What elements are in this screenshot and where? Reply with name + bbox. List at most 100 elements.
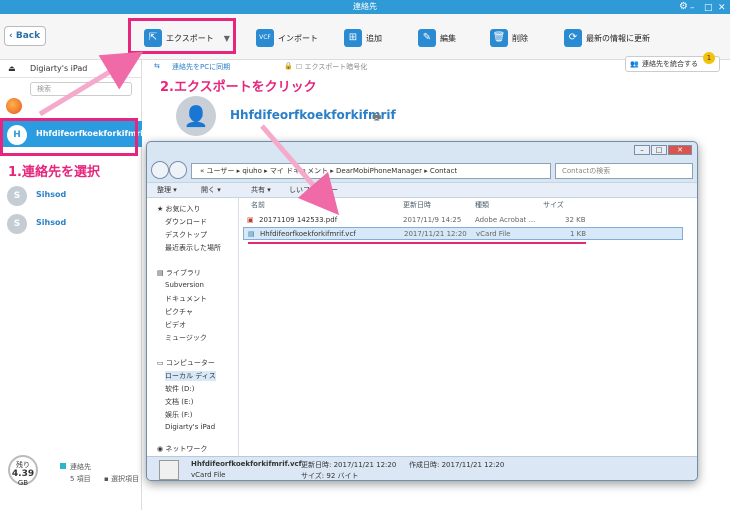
nav-subversion[interactable]: Subversion (165, 281, 204, 289)
legend-contacts-label: 連絡先 (70, 463, 91, 471)
nav-label: お気に入り (165, 205, 201, 213)
nav-music[interactable]: ミュージック (165, 333, 207, 343)
nav-drive-f[interactable]: 娱乐 (F:) (165, 410, 193, 420)
nav-network[interactable]: ◉ ネットワーク (157, 444, 207, 454)
avatar: S (7, 214, 27, 234)
nav-drive-d[interactable]: 软件 (D:) (165, 384, 194, 394)
address-bar[interactable]: « ユーザー ▸ qiuho ▸ マイ ドキュメント ▸ DearMobiPho… (191, 163, 551, 179)
nav-pictures[interactable]: ピクチャ (165, 307, 193, 317)
printer-icon[interactable]: 🖶 (372, 110, 381, 127)
file-name: Hhfdifeorfkoekforkifmrif.vcf (260, 230, 356, 238)
contact-avatar-icon: 👤 (176, 96, 216, 136)
minimize-icon[interactable]: – (634, 145, 650, 155)
vcf-icon: VCF (256, 29, 274, 47)
app-logo-icon (6, 98, 22, 114)
legend-swatch (60, 463, 66, 469)
back-arrow-icon[interactable] (151, 161, 169, 179)
nav-videos[interactable]: ビデオ (165, 320, 186, 330)
explorer-search-placeholder: Contactの検索 (562, 167, 611, 175)
contact-item[interactable]: S Sihsod (0, 182, 142, 208)
search-input[interactable]: 検索 (30, 82, 132, 96)
details-created: 作成日時: 2017/11/21 12:20 (409, 461, 505, 469)
eject-icon[interactable]: ⏏ (8, 60, 16, 78)
column-name[interactable]: 名前 (251, 200, 265, 210)
contact-name: Sihsod (36, 218, 67, 227)
file-row[interactable]: ▤ Hhfdifeorfkoekforkifmrif.vcf 2017/11/2… (243, 227, 683, 240)
add-contact-icon: ⊞ (344, 29, 362, 47)
maximize-icon[interactable]: □ (651, 145, 667, 155)
nav-downloads[interactable]: ダウンロード (165, 217, 207, 227)
contact-detail-title: Hhfdifeorfkoekforkifmrif (230, 108, 396, 122)
file-size: 1 KB (570, 230, 587, 238)
window-title: 連絡先 (353, 2, 377, 11)
close-icon[interactable]: ✕ (668, 145, 692, 155)
file-date: 2017/11/9 14:25 (403, 216, 462, 224)
explorer-navbar: « ユーザー ▸ qiuho ▸ マイ ドキュメント ▸ DearMobiPho… (147, 158, 697, 182)
organize-menu[interactable]: 整理 ▾ (157, 183, 177, 197)
legend-selected: ▪ 選択項目 (104, 475, 139, 483)
storage-unit: GB (17, 479, 29, 487)
nav-computer[interactable]: ▭ コンピューター (157, 358, 215, 368)
column-type[interactable]: 種類 (475, 200, 489, 210)
delete-label: 削除 (512, 33, 528, 43)
minimize-icon[interactable]: – (690, 1, 695, 15)
details-pane: Hhfdifeorfkoekforkifmrif.vcf 更新日時: 2017/… (147, 456, 697, 480)
nav-ipad[interactable]: Digiarty's iPad (165, 423, 215, 431)
back-button[interactable]: ‹ Back (4, 26, 46, 46)
delete-button[interactable]: 🗑 削除 (490, 26, 528, 50)
nav-recent[interactable]: 最近表示した場所 (165, 243, 221, 253)
close-icon[interactable]: ✕ (718, 1, 726, 15)
import-label: インポート (278, 33, 318, 43)
edit-button[interactable]: ✎ 編集 (418, 26, 456, 50)
column-date[interactable]: 更新日時 (403, 200, 431, 210)
pdf-icon: ▣ (247, 216, 254, 224)
legend-count: 5 項目 (70, 475, 91, 483)
command-bar: 整理 ▾ 開く ▾ 共有 ▾ しいフォルダー (147, 182, 697, 198)
details-modified: 更新日時: 2017/11/21 12:20 (301, 461, 397, 469)
nav-drive-e[interactable]: 文档 (E:) (165, 397, 193, 407)
import-button[interactable]: VCF インポート (256, 26, 318, 50)
file-type: vCard File (476, 230, 511, 238)
edit-label: 編集 (440, 33, 456, 43)
gear-icon[interactable]: ⚙ (679, 1, 688, 12)
file-date: 2017/11/21 12:20 (404, 230, 467, 238)
column-size[interactable]: サイズ (543, 200, 564, 210)
back-label: Back (15, 31, 41, 41)
contact-highlight-box (0, 118, 138, 156)
open-menu[interactable]: 開く ▾ (201, 183, 221, 197)
device-row[interactable]: ⏏ Digiarty's iPad (0, 60, 142, 78)
device-name: Digiarty's iPad (30, 64, 88, 73)
file-name: 20171109 142533.pdf (259, 216, 338, 224)
storage-value: 4.39 (11, 469, 35, 479)
add-button[interactable]: ⊞ 追加 (344, 26, 382, 50)
forward-arrow-icon[interactable] (169, 161, 187, 179)
contact-name: Sihsod (36, 190, 67, 199)
explorer-window-controls: – □ ✕ (634, 145, 692, 155)
nav-desktop[interactable]: デスクトップ (165, 230, 207, 240)
new-folder-button[interactable]: しいフォルダー (289, 183, 338, 197)
contact-item[interactable]: S Sihsod (0, 210, 142, 236)
nav-local-disk[interactable]: ローカル ディス (165, 371, 216, 381)
maximize-icon[interactable]: □ (704, 1, 713, 15)
step1-annotation: 1.連絡先を選択 (8, 165, 100, 180)
nav-favorites[interactable]: ★ お気に入り (157, 204, 201, 214)
lock-icon: 🔒 (284, 62, 293, 70)
sync-link[interactable]: 連絡先をPCに同期 (172, 62, 230, 72)
explorer-search-input[interactable]: Contactの検索 (555, 163, 693, 179)
refresh-label: 最新の情報に更新 (586, 33, 650, 43)
refresh-button[interactable]: ⟳ 最新の情報に更新 (564, 26, 650, 50)
file-highlight-underline (248, 242, 586, 244)
legend-selected-label: 選択項目 (110, 475, 139, 483)
encrypt-toggle[interactable]: ☐ エクスポート暗号化 (296, 62, 367, 72)
file-list: 名前 更新日時 種類 サイズ ▣ 20171109 142533.pdf 201… (239, 198, 697, 456)
nav-documents[interactable]: ドキュメント (165, 294, 207, 304)
nav-label: ネットワーク (165, 445, 208, 453)
file-type: Adobe Acrobat ... (475, 216, 536, 224)
edit-icon: ✎ (418, 29, 436, 47)
file-size: 32 KB (565, 216, 586, 224)
title-bar: 連絡先 – □ ✕ (0, 0, 730, 14)
file-row[interactable]: ▣ 20171109 142533.pdf 2017/11/9 14:25 Ad… (243, 214, 683, 227)
share-menu[interactable]: 共有 ▾ (251, 183, 271, 197)
nav-libraries[interactable]: ▤ ライブラリ (157, 268, 201, 278)
avatar: S (7, 186, 27, 206)
